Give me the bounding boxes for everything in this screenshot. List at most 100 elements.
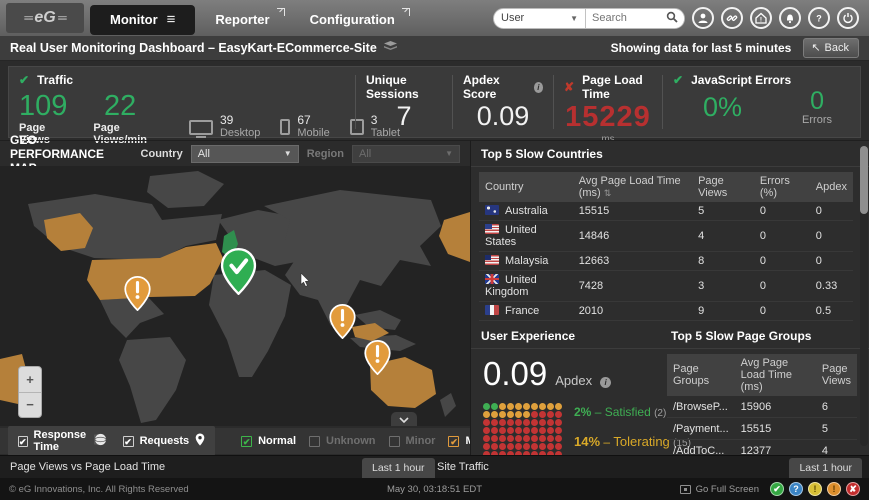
apdex-dot	[483, 443, 490, 450]
question-icon: ?	[813, 12, 825, 24]
footer-timestamp: May 30, 03:18:51 EDT	[0, 484, 869, 495]
col-errors: Errors (%)	[760, 175, 790, 199]
tab-reporter-label: Reporter	[215, 12, 269, 27]
checkbox-checked-icon: ✔	[448, 436, 459, 447]
checkbox-checked-icon: ✔	[241, 436, 252, 447]
info-icon[interactable]: i	[600, 377, 611, 388]
nav-right-cluster: User ▼	[493, 7, 869, 29]
table-row[interactable]: France 20109 00.5	[479, 302, 853, 321]
page-load-time-label: Page Load Time	[582, 73, 652, 101]
chevron-down-icon: ▼	[445, 149, 453, 158]
apdex-dot	[483, 411, 490, 418]
tab-monitor[interactable]: Monitor ≡	[90, 5, 195, 35]
location-pin-icon	[195, 433, 205, 449]
map-pin-major-australia[interactable]	[364, 340, 391, 380]
layers-icon[interactable]	[384, 41, 397, 55]
back-button[interactable]: ↖ Back	[803, 38, 859, 58]
table-row[interactable]: Australia 155155 00	[479, 202, 853, 221]
power-icon	[842, 12, 854, 24]
apdex-dot	[483, 435, 490, 442]
map-pin-normal-europe[interactable]	[220, 248, 257, 300]
table-row[interactable]: Malaysia 126638 00	[479, 252, 853, 271]
search-scope-value: User	[501, 12, 524, 24]
zoom-out-button[interactable]: −	[19, 393, 41, 418]
user-profile-button[interactable]	[692, 7, 714, 29]
legend-unknown[interactable]: ✔ Unknown	[309, 435, 376, 447]
sort-icon[interactable]: ⇅	[604, 188, 612, 198]
apdex-dot	[523, 443, 530, 450]
range-tab-page-views[interactable]: Last 1 hour	[362, 458, 435, 478]
legend-minor[interactable]: ✔ Minor	[389, 435, 436, 447]
world-map[interactable]: + −	[0, 166, 470, 426]
slow-page-groups-title: Top 5 Slow Page Groups	[661, 323, 869, 349]
region-dropdown[interactable]: All ▼	[352, 145, 460, 163]
mouse-cursor	[300, 273, 310, 292]
mobile-count: 67	[297, 114, 329, 127]
eg-logo[interactable]: ≡≡ eG ≡≡	[6, 3, 84, 33]
range-tab-site-traffic[interactable]: Last 1 hour	[789, 458, 862, 478]
map-layer-toggles: ✔ Response Time ✔ Requests	[8, 426, 215, 456]
table-header-row: Page Groups Avg Page Load Time (ms) Page…	[667, 354, 857, 396]
kpi-strip: ✔ Traffic 109 Page Views 22 Page Views/m…	[8, 66, 861, 138]
search-button[interactable]	[660, 9, 684, 28]
check-icon: ✔	[19, 73, 29, 87]
logo-wing-right-icon: ≡≡	[58, 13, 67, 23]
col-page-groups: Page Groups	[673, 363, 709, 387]
desktop-icon	[189, 120, 213, 135]
back-arrow-icon: ↖	[811, 41, 820, 54]
full-screen-icon[interactable]	[680, 485, 691, 494]
apdex-dot	[531, 443, 538, 450]
search-input[interactable]	[586, 12, 660, 24]
apdex-dot	[555, 427, 562, 434]
page-views-value: 109	[19, 91, 67, 121]
apdex-dot	[539, 443, 546, 450]
js-errors-count-label: Errors	[802, 114, 832, 126]
search-scope-dropdown[interactable]: User ▼	[494, 9, 586, 28]
map-pin-major-usa[interactable]	[124, 276, 151, 316]
alarm-console-button[interactable]: !	[750, 7, 772, 29]
apdex-dot	[547, 403, 554, 410]
help-button[interactable]: ?	[808, 7, 830, 29]
map-collapse-button[interactable]	[391, 412, 417, 426]
info-icon[interactable]: i	[534, 82, 543, 93]
hamburger-menu-icon[interactable]: ≡	[167, 11, 176, 28]
check-icon: ✔	[673, 73, 683, 87]
table-row[interactable]: /Payment...155155	[667, 418, 857, 440]
kpi-apdex-score: Apdex Score i 0.09	[453, 67, 553, 137]
apdex-dot	[547, 427, 554, 434]
apdex-dot	[531, 435, 538, 442]
apdex-dot	[531, 403, 538, 410]
table-row[interactable]: United Kingdom 74283 00.33	[479, 271, 853, 302]
apdex-dot	[547, 411, 554, 418]
apdex-dot	[483, 427, 490, 434]
apdex-dot	[555, 419, 562, 426]
response-time-toggle[interactable]: ✔ Response Time	[18, 429, 107, 453]
integrations-button[interactable]	[721, 7, 743, 29]
slow-countries-title: Top 5 Slow Countries	[471, 141, 869, 167]
col-page-views: Page Views	[698, 175, 727, 199]
cross-icon: ✘	[564, 80, 574, 94]
apdex-dot	[507, 427, 514, 434]
apdex-dot	[515, 419, 522, 426]
map-pin-major-malaysia[interactable]	[329, 304, 356, 344]
apdex-dot	[523, 435, 530, 442]
legend-normal[interactable]: ✔ Normal	[241, 435, 296, 447]
scrollbar-thumb[interactable]	[860, 146, 868, 214]
table-row[interactable]: United States 148464 00	[479, 221, 853, 252]
right-panel-scrollbar[interactable]	[860, 146, 868, 446]
flag-united-kingdom-icon	[485, 274, 499, 284]
logo-text: eG	[34, 9, 55, 27]
apdex-dot	[499, 435, 506, 442]
apdex-dot	[491, 435, 498, 442]
logout-button[interactable]	[837, 7, 859, 29]
zoom-in-button[interactable]: +	[19, 367, 41, 393]
notifications-button[interactable]	[779, 7, 801, 29]
country-dropdown[interactable]: All ▼	[191, 145, 299, 163]
region-label: Region	[307, 148, 344, 160]
apdex-dot	[507, 435, 514, 442]
requests-toggle[interactable]: ✔ Requests	[123, 429, 206, 453]
tab-reporter[interactable]: Reporter	[195, 5, 289, 35]
apdex-dot	[523, 411, 530, 418]
tab-configuration[interactable]: Configuration	[290, 5, 415, 35]
table-row[interactable]: /BrowseP...159066	[667, 396, 857, 418]
